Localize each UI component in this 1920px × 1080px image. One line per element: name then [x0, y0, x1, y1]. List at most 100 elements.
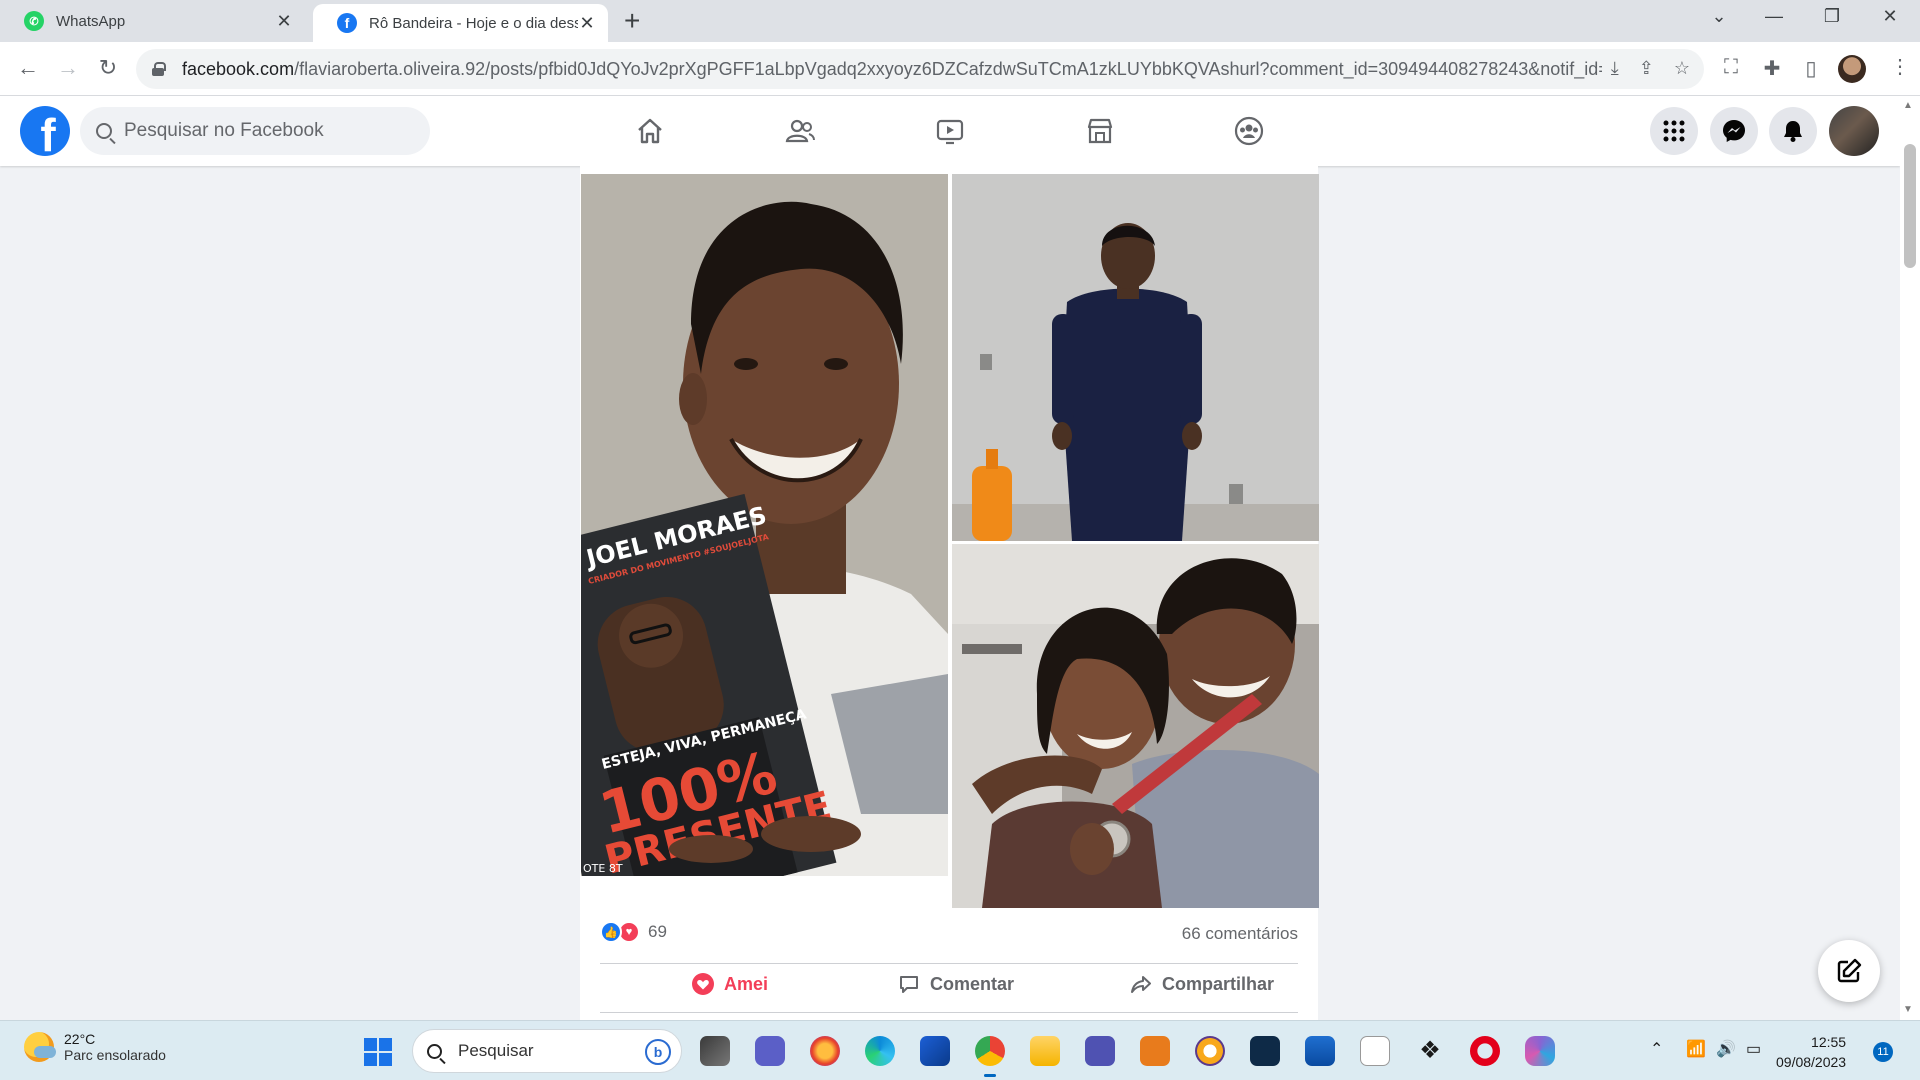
opera-icon[interactable] [1470, 1036, 1500, 1066]
url-host: facebook.com [182, 58, 295, 79]
app-circle-icon[interactable] [1195, 1036, 1225, 1066]
new-tab-button[interactable]: + [624, 7, 640, 35]
battery-icon[interactable]: ▭ [1746, 1039, 1761, 1059]
window-close-button[interactable]: ✕ [1870, 6, 1910, 27]
url-path: /flaviaroberta.oliveira.92/posts/pfbid0J… [294, 58, 1602, 79]
facebook-icon: f [337, 13, 357, 33]
post-photo-selfie-with-book[interactable]: JOEL MORAES CRIADOR DO MOVIMENTO #SOUJOE… [581, 174, 948, 876]
mail-icon[interactable] [1305, 1036, 1335, 1066]
tab-title: WhatsApp [56, 12, 126, 30]
tab-title: Rô Bandeira - Hoje e o dia desse [369, 14, 578, 32]
install-icon[interactable]: ⤓ [1611, 58, 1619, 79]
search-icon [427, 1043, 442, 1059]
firefox-icon[interactable] [810, 1036, 840, 1066]
share-button[interactable]: Compartilhar [1102, 966, 1302, 1002]
taskbar-search-label: Pesquisar [458, 1041, 534, 1060]
notepad-icon[interactable] [1360, 1036, 1390, 1066]
file-explorer-icon[interactable] [1030, 1036, 1060, 1066]
whatsapp-icon: ✆ [24, 11, 44, 31]
notifications-bell-icon[interactable] [1769, 107, 1817, 155]
browser-toolbar: ← → ↻ facebook.com/flaviaroberta.oliveir… [0, 42, 1920, 96]
bing-icon[interactable]: b [645, 1039, 671, 1065]
task-view-icon[interactable] [700, 1036, 730, 1066]
messenger-icon[interactable] [1710, 107, 1758, 155]
post-photo-standing[interactable] [952, 174, 1319, 541]
edge-icon[interactable] [865, 1036, 895, 1066]
screen-capture-icon[interactable]: ⛶ [1718, 56, 1744, 79]
profile-avatar[interactable] [1829, 106, 1879, 156]
side-panel-icon[interactable]: ▯ [1798, 56, 1824, 81]
sublime-text-icon[interactable] [1140, 1036, 1170, 1066]
reaction-count: 69 [648, 922, 667, 941]
copilot-icon[interactable] [1525, 1036, 1555, 1066]
nav-groups-icon[interactable] [1219, 108, 1279, 154]
tray-overflow-chevron-icon[interactable]: ⌃ [1650, 1039, 1663, 1059]
browser-tab-strip: ✆ WhatsApp ✕ f Rô Bandeira - Hoje e o di… [0, 0, 1920, 42]
comments-count-link[interactable]: 66 comentários [1182, 924, 1298, 944]
close-icon[interactable]: ✕ [275, 11, 293, 32]
volume-icon[interactable]: 🔊 [1716, 1039, 1736, 1059]
back-button[interactable]: ← [14, 55, 42, 81]
share-icon[interactable]: ⇪ [1639, 58, 1654, 79]
wifi-icon[interactable]: 📶 [1686, 1039, 1706, 1059]
nav-marketplace-icon[interactable] [1070, 108, 1130, 154]
nav-watch-icon[interactable] [920, 108, 980, 154]
close-icon[interactable]: ✕ [578, 13, 596, 34]
address-bar[interactable]: facebook.com/flaviaroberta.oliveira.92/p… [136, 49, 1704, 89]
scrollbar-thumb[interactable] [1904, 144, 1916, 268]
clock-date: 09/08/2023 [1776, 1054, 1847, 1070]
weather-widget[interactable]: 22°C Parc ensolarado [24, 1031, 166, 1063]
tab-facebook-post[interactable]: f Rô Bandeira - Hoje e o dia desse ✕ [313, 4, 608, 42]
search-icon [96, 123, 112, 139]
scroll-up-arrow-icon[interactable]: ▲ [1903, 100, 1913, 111]
menu-grid-icon[interactable] [1650, 107, 1698, 155]
reaction-summary[interactable]: 👍 ♥ 69 [600, 921, 667, 943]
divider [600, 963, 1298, 964]
lock-icon [152, 62, 166, 76]
like-reaction-icon: 👍 [600, 921, 622, 943]
facebook-post: JOEL MORAES CRIADOR DO MOVIMENTO #SOUJOE… [580, 166, 1319, 1020]
start-button[interactable] [364, 1038, 392, 1066]
teams-chat-icon[interactable] [755, 1036, 785, 1066]
browser-profile-avatar[interactable] [1838, 55, 1866, 83]
azure-data-studio-icon[interactable] [1250, 1036, 1280, 1066]
love-label: Amei [723, 973, 768, 994]
system-clock[interactable]: 12:55 09/08/2023 [1776, 1032, 1846, 1072]
dropbox-icon[interactable]: ❖ [1415, 1036, 1445, 1066]
forward-button[interactable]: → [54, 55, 82, 81]
search-input[interactable] [124, 120, 404, 142]
notification-badge[interactable]: 11 [1873, 1042, 1893, 1062]
extensions-puzzle-icon[interactable]: ✚ [1759, 56, 1785, 81]
facebook-search[interactable] [80, 107, 430, 155]
browser-menu-icon[interactable]: ⋮ [1890, 54, 1910, 79]
taskbar-search[interactable]: Pesquisar b [412, 1029, 682, 1073]
compose-icon [1837, 958, 1862, 983]
love-button[interactable]: Amei [660, 966, 800, 1002]
minimize-button[interactable]: — [1754, 6, 1794, 27]
heart-icon [691, 973, 714, 995]
post-photo-mother-and-son-medal[interactable] [952, 544, 1319, 908]
new-message-button[interactable] [1818, 940, 1880, 1002]
tab-search-chevron-icon[interactable]: ⌄ [1699, 6, 1739, 27]
store-icon[interactable] [920, 1036, 950, 1066]
share-arrow-icon [1130, 976, 1151, 993]
chrome-icon[interactable] [975, 1036, 1005, 1077]
nav-home-icon[interactable] [620, 108, 680, 154]
facebook-logo[interactable]: f [20, 106, 70, 156]
weather-sun-icon [24, 1032, 56, 1062]
comment-button[interactable]: Comentar [886, 966, 1026, 1002]
bookmark-star-icon[interactable]: ☆ [1674, 58, 1690, 79]
comment-label: Comentar [929, 973, 1014, 994]
nav-friends-icon[interactable] [770, 108, 830, 154]
photo-corner-text: OTE 8T [583, 862, 623, 875]
reload-button[interactable]: ↻ [94, 55, 122, 81]
divider [600, 1012, 1298, 1013]
teams-icon[interactable] [1085, 1036, 1115, 1066]
tab-whatsapp[interactable]: ✆ WhatsApp ✕ [0, 0, 305, 42]
scroll-down-arrow-icon[interactable]: ▼ [1903, 1004, 1913, 1015]
temperature: 22°C [64, 1031, 96, 1047]
share-label: Compartilhar [1161, 973, 1275, 994]
windows-taskbar: 22°C Parc ensolarado Pesquisar b ❖ ⌃ 📶 🔊… [0, 1020, 1920, 1080]
url-text[interactable]: facebook.com/flaviaroberta.oliveira.92/p… [182, 59, 1602, 80]
restore-button[interactable]: ❐ [1812, 6, 1852, 27]
